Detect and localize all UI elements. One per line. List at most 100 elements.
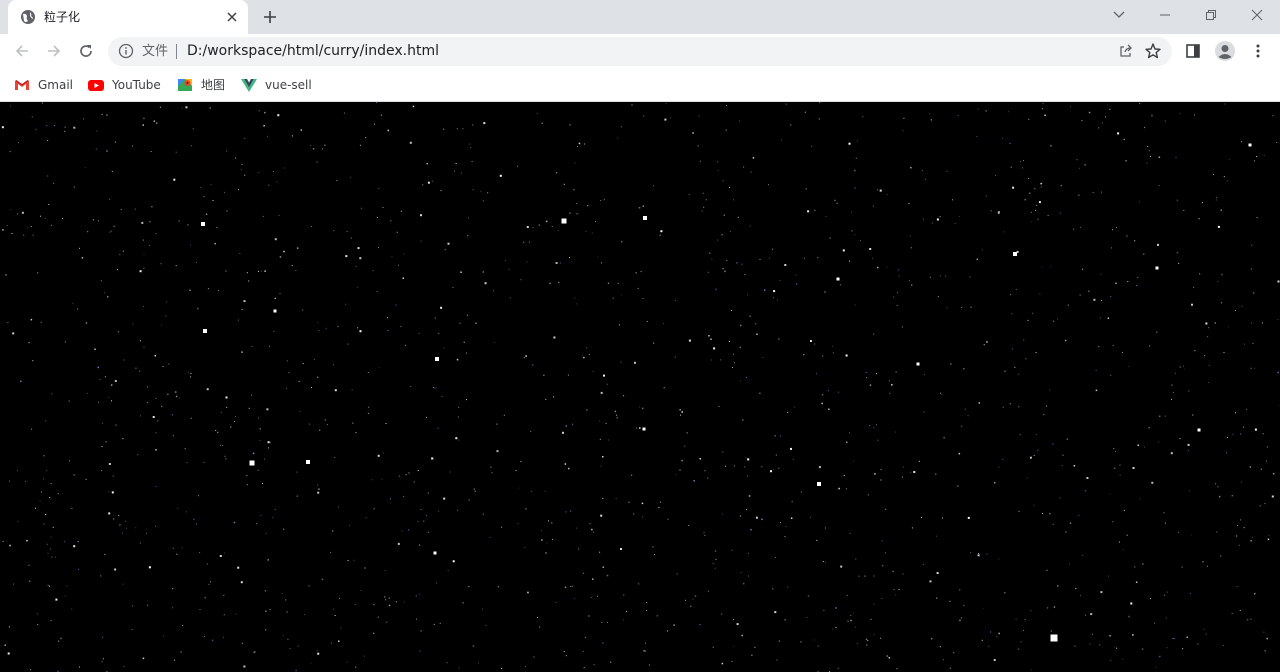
particle xyxy=(1134,240,1136,242)
particle xyxy=(117,331,119,333)
particle xyxy=(101,661,103,663)
bookmark-gmail[interactable]: Gmail xyxy=(14,75,73,95)
particle xyxy=(101,113,103,115)
particle xyxy=(112,518,115,520)
new-tab-button[interactable] xyxy=(258,6,282,28)
particle xyxy=(207,288,209,290)
particle xyxy=(834,199,836,201)
particle xyxy=(104,553,106,555)
particle xyxy=(1248,143,1252,147)
bookmark-youtube[interactable]: YouTube xyxy=(88,75,161,95)
particle xyxy=(1266,460,1268,462)
particle xyxy=(1119,541,1120,543)
particle xyxy=(573,189,575,191)
particle xyxy=(731,660,733,662)
tab-active[interactable]: 粒子化 xyxy=(8,0,248,34)
particle xyxy=(821,394,824,396)
particle xyxy=(493,342,495,344)
particle xyxy=(1264,503,1266,505)
particle xyxy=(946,170,948,172)
particle xyxy=(772,248,774,250)
particle xyxy=(296,471,298,473)
particle xyxy=(659,234,661,236)
particle xyxy=(526,261,528,263)
particle xyxy=(181,107,183,109)
particle xyxy=(1260,468,1262,470)
particle xyxy=(591,528,593,531)
particle xyxy=(774,611,777,614)
particle xyxy=(880,479,882,481)
particle xyxy=(1272,115,1274,117)
particle xyxy=(68,400,70,402)
page-content xyxy=(0,102,1280,672)
particle xyxy=(879,189,882,192)
particle xyxy=(55,598,58,601)
particle xyxy=(499,174,502,177)
particle xyxy=(851,211,852,213)
particle xyxy=(811,145,813,147)
particle xyxy=(278,215,280,216)
particle xyxy=(822,355,824,357)
menu-button[interactable] xyxy=(1245,38,1271,64)
particle xyxy=(921,170,923,172)
particle xyxy=(53,124,55,126)
particle xyxy=(549,282,551,285)
particle xyxy=(551,522,553,524)
particle xyxy=(717,170,719,172)
tab-search-button[interactable] xyxy=(1106,4,1132,26)
address-bar[interactable]: 文件 D:/workspace/html/curry/index.html xyxy=(108,37,1172,66)
particle xyxy=(556,172,558,174)
particle xyxy=(385,423,387,424)
info-icon[interactable] xyxy=(118,43,134,59)
particle xyxy=(790,124,792,126)
tab-close-icon[interactable] xyxy=(224,9,240,25)
bookmark-star-icon[interactable] xyxy=(1144,42,1162,60)
particle xyxy=(741,263,743,265)
side-panel-button[interactable] xyxy=(1180,38,1206,64)
minimize-button[interactable] xyxy=(1152,4,1178,26)
particle xyxy=(373,604,375,606)
particle xyxy=(265,629,267,631)
particle xyxy=(347,560,349,562)
particle xyxy=(381,478,383,480)
bookmark-maps[interactable]: 地图 xyxy=(177,75,225,95)
forward-button[interactable] xyxy=(41,38,67,64)
particle xyxy=(401,530,403,532)
restore-button[interactable] xyxy=(1198,4,1224,26)
share-icon[interactable] xyxy=(1118,43,1134,59)
particle xyxy=(832,345,834,347)
particle xyxy=(977,108,979,110)
reload-button[interactable] xyxy=(73,38,99,64)
url-text[interactable]: D:/workspace/html/curry/index.html xyxy=(187,42,439,61)
particle xyxy=(1227,180,1229,182)
particle xyxy=(237,566,240,569)
particle xyxy=(47,552,49,554)
bookmark-vue-sell[interactable]: vue-sell xyxy=(241,75,312,95)
particle xyxy=(612,297,614,299)
particle xyxy=(803,354,805,356)
particle xyxy=(1252,342,1254,344)
particle xyxy=(135,367,137,369)
particle xyxy=(468,217,469,219)
particle xyxy=(77,541,79,543)
particle xyxy=(1164,594,1166,596)
particle xyxy=(1023,629,1025,631)
particle xyxy=(815,373,817,375)
particle xyxy=(367,412,369,414)
particle xyxy=(563,183,565,185)
particle xyxy=(102,658,104,660)
particle xyxy=(732,367,733,368)
particle xyxy=(263,125,265,127)
close-window-button[interactable] xyxy=(1244,4,1270,26)
particle xyxy=(5,274,7,276)
particle xyxy=(119,524,121,526)
particle xyxy=(288,372,290,374)
particle xyxy=(377,454,380,457)
particle xyxy=(698,115,700,117)
particle xyxy=(1004,592,1006,594)
back-button[interactable] xyxy=(9,38,35,64)
particle xyxy=(155,397,157,399)
profile-button[interactable] xyxy=(1212,38,1238,64)
particle xyxy=(1082,555,1084,556)
particle xyxy=(663,387,665,389)
